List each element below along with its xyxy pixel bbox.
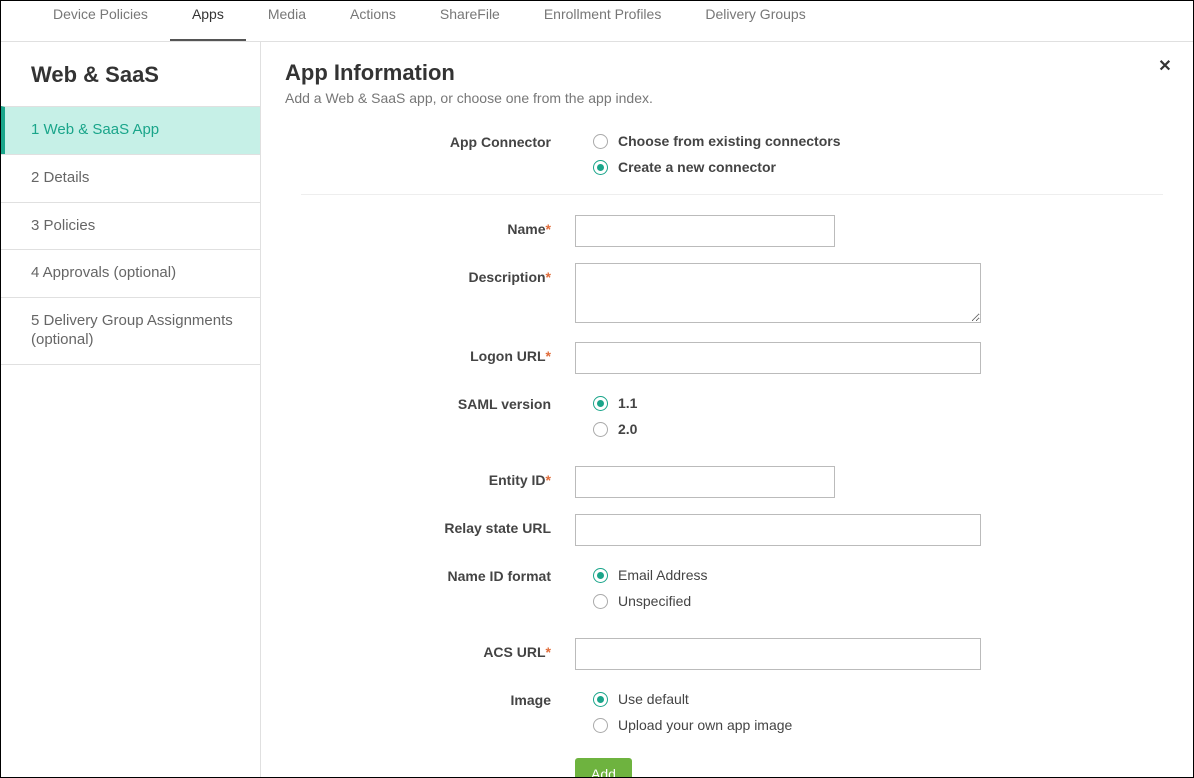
- radio-icon: [593, 160, 608, 175]
- label-saml-version: SAML version: [285, 390, 575, 412]
- radio-label: 1.1: [618, 395, 637, 411]
- radio-icon: [593, 594, 608, 609]
- separator: [301, 194, 1163, 195]
- description-textarea[interactable]: [575, 263, 981, 323]
- wizard-step-websaas-app[interactable]: 1 Web & SaaS App: [1, 106, 260, 154]
- wizard-step-approvals[interactable]: 4 Approvals (optional): [1, 249, 260, 297]
- radio-label: Choose from existing connectors: [618, 133, 840, 149]
- radio-icon: [593, 422, 608, 437]
- name-input[interactable]: [575, 215, 835, 247]
- label-logon-url: Logon URL*: [285, 342, 575, 364]
- radio-label: Use default: [618, 691, 689, 707]
- tab-device-policies[interactable]: Device Policies: [31, 0, 170, 41]
- page-title: App Information: [285, 60, 1163, 86]
- radio-label: Email Address: [618, 567, 707, 583]
- entity-id-input[interactable]: [575, 466, 835, 498]
- radio-image-upload[interactable]: Upload your own app image: [593, 712, 1163, 738]
- tab-sharefile[interactable]: ShareFile: [418, 0, 522, 41]
- label-description: Description*: [285, 263, 575, 285]
- radio-icon: [593, 718, 608, 733]
- radio-saml-20[interactable]: 2.0: [593, 416, 1163, 442]
- radio-label: 2.0: [618, 421, 637, 437]
- close-icon[interactable]: ✕: [1153, 54, 1177, 78]
- tab-actions[interactable]: Actions: [328, 0, 418, 41]
- label-name-id-format: Name ID format: [285, 562, 575, 584]
- acs-url-input[interactable]: [575, 638, 981, 670]
- tab-apps[interactable]: Apps: [170, 0, 246, 41]
- radio-nameid-email[interactable]: Email Address: [593, 562, 1163, 588]
- radio-icon: [593, 396, 608, 411]
- radio-icon: [593, 134, 608, 149]
- wizard-step-delivery-groups[interactable]: 5 Delivery Group Assignments (optional): [1, 297, 260, 365]
- label-relay-state: Relay state URL: [285, 514, 575, 536]
- page-subtitle: Add a Web & SaaS app, or choose one from…: [285, 90, 1163, 106]
- wizard-step-policies[interactable]: 3 Policies: [1, 202, 260, 250]
- radio-icon: [593, 568, 608, 583]
- radio-label: Create a new connector: [618, 159, 776, 175]
- label-app-connector: App Connector: [285, 128, 575, 150]
- tab-delivery-groups[interactable]: Delivery Groups: [683, 0, 827, 41]
- radio-nameid-unspecified[interactable]: Unspecified: [593, 588, 1163, 614]
- radio-label: Upload your own app image: [618, 717, 792, 733]
- radio-new-connector[interactable]: Create a new connector: [593, 154, 1163, 180]
- radio-label: Unspecified: [618, 593, 691, 609]
- label-entity-id: Entity ID*: [285, 466, 575, 488]
- wizard-sidebar: Web & SaaS 1 Web & SaaS App 2 Details 3 …: [1, 42, 261, 777]
- label-name: Name*: [285, 215, 575, 237]
- radio-saml-11[interactable]: 1.1: [593, 390, 1163, 416]
- radio-icon: [593, 692, 608, 707]
- label-acs-url: ACS URL*: [285, 638, 575, 660]
- tab-media[interactable]: Media: [246, 0, 328, 41]
- relay-state-input[interactable]: [575, 514, 981, 546]
- tab-enrollment-profiles[interactable]: Enrollment Profiles: [522, 0, 684, 41]
- main-panel: ✕ App Information Add a Web & SaaS app, …: [261, 42, 1193, 777]
- add-button[interactable]: Add: [575, 758, 632, 777]
- radio-existing-connector[interactable]: Choose from existing connectors: [593, 128, 1163, 154]
- logon-url-input[interactable]: [575, 342, 981, 374]
- sidebar-title: Web & SaaS: [31, 62, 260, 88]
- label-image: Image: [285, 686, 575, 708]
- radio-image-default[interactable]: Use default: [593, 686, 1163, 712]
- wizard-step-details[interactable]: 2 Details: [1, 154, 260, 202]
- top-tabs: Device Policies Apps Media Actions Share…: [1, 1, 1193, 42]
